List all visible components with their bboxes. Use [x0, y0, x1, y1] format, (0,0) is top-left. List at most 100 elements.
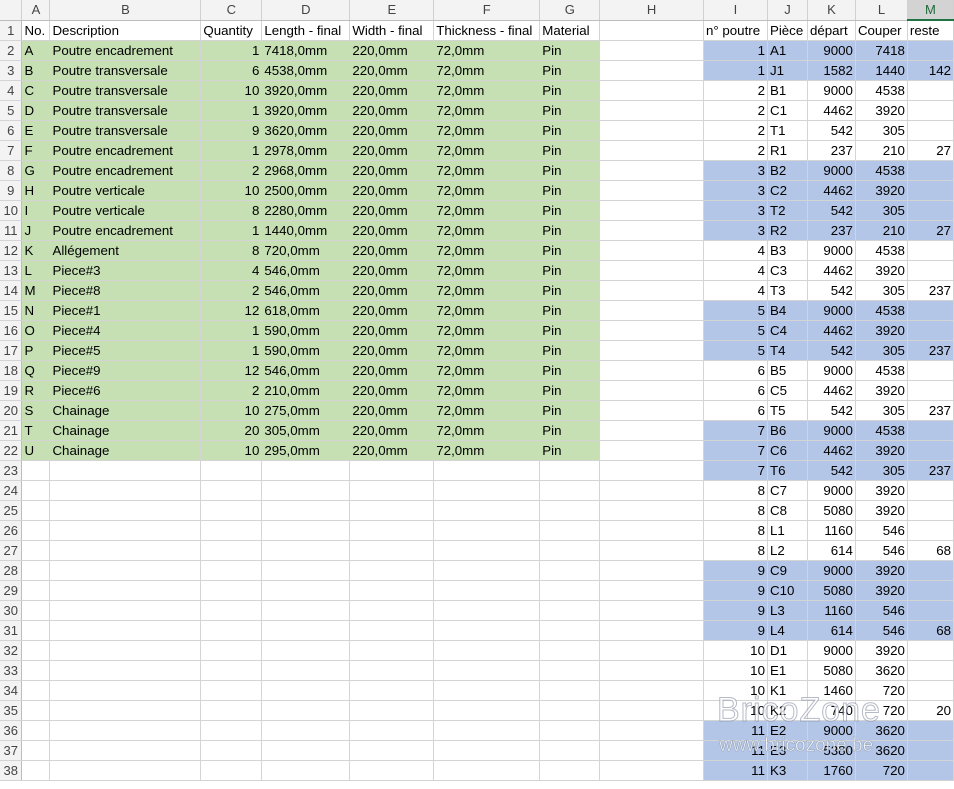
- cell-e[interactable]: 220,0mm: [349, 380, 435, 401]
- cell-m[interactable]: 142: [907, 60, 954, 81]
- cell-j[interactable]: C1: [767, 100, 808, 121]
- cell-e[interactable]: [349, 620, 435, 641]
- cell-h[interactable]: [599, 640, 704, 661]
- cell-l[interactable]: 3620: [855, 740, 908, 761]
- cell-c[interactable]: [200, 660, 263, 681]
- cell-h[interactable]: [599, 360, 704, 381]
- cell-m[interactable]: [907, 300, 954, 321]
- cell-b[interactable]: [49, 600, 202, 621]
- cell-i[interactable]: 5: [703, 300, 768, 321]
- cell-j[interactable]: L3: [767, 600, 808, 621]
- row-header[interactable]: 1: [0, 20, 23, 41]
- column-header-g[interactable]: G: [539, 0, 601, 21]
- cell-i[interactable]: 3: [703, 220, 768, 241]
- cell-c[interactable]: [200, 680, 263, 701]
- cell-d[interactable]: 2978,0mm: [261, 140, 351, 161]
- cell-m[interactable]: [907, 260, 954, 281]
- cell-d[interactable]: [261, 520, 351, 541]
- cell-i[interactable]: 11: [703, 720, 768, 741]
- cell-j[interactable]: T2: [767, 200, 808, 221]
- cell-e[interactable]: [349, 760, 435, 781]
- cell-k[interactable]: 9000: [807, 360, 856, 381]
- cell-m[interactable]: [907, 420, 954, 441]
- cell-h[interactable]: [599, 180, 704, 201]
- cell-g[interactable]: Pin: [539, 180, 601, 201]
- cell-j[interactable]: T6: [767, 460, 808, 481]
- row-header[interactable]: 20: [0, 400, 23, 421]
- cell-g[interactable]: Pin: [539, 440, 601, 461]
- cell-a[interactable]: L: [21, 260, 51, 281]
- row-header[interactable]: 23: [0, 460, 23, 481]
- cell-i[interactable]: 9: [703, 620, 768, 641]
- cell-b[interactable]: Piece#9: [49, 360, 202, 381]
- row-header[interactable]: 37: [0, 740, 23, 761]
- cell-h[interactable]: [599, 760, 704, 781]
- cell-e[interactable]: 220,0mm: [349, 80, 435, 101]
- cell-g[interactable]: [539, 540, 601, 561]
- cell-d[interactable]: 2280,0mm: [261, 200, 351, 221]
- cell-k[interactable]: 9000: [807, 640, 856, 661]
- cell-a[interactable]: [21, 480, 51, 501]
- cell-h[interactable]: [599, 620, 704, 641]
- cell-k[interactable]: 9000: [807, 40, 856, 61]
- cell-a[interactable]: G: [21, 160, 51, 181]
- cell-g[interactable]: Pin: [539, 320, 601, 341]
- cell-k[interactable]: 9000: [807, 80, 856, 101]
- cell-e[interactable]: [349, 680, 435, 701]
- cell-d[interactable]: 305,0mm: [261, 420, 351, 441]
- cell-j[interactable]: D1: [767, 640, 808, 661]
- cell-b[interactable]: [49, 760, 202, 781]
- cell-m[interactable]: [907, 580, 954, 601]
- cell-g[interactable]: [539, 460, 601, 481]
- cell-h[interactable]: [599, 420, 704, 441]
- cell-m[interactable]: [907, 660, 954, 681]
- cell-d[interactable]: 275,0mm: [261, 400, 351, 421]
- cell-m[interactable]: 68: [907, 540, 954, 561]
- cell-c[interactable]: [200, 700, 263, 721]
- cell-c[interactable]: [200, 560, 263, 581]
- cell-f[interactable]: [433, 760, 541, 781]
- cell-g[interactable]: [539, 660, 601, 681]
- cell-m[interactable]: 237: [907, 400, 954, 421]
- cell-k[interactable]: 4462: [807, 440, 856, 461]
- cell-k[interactable]: 542: [807, 340, 856, 361]
- row-header[interactable]: 13: [0, 260, 23, 281]
- cell-h[interactable]: [599, 260, 704, 281]
- cell-m[interactable]: [907, 80, 954, 101]
- cell-c[interactable]: [200, 740, 263, 761]
- cell-i[interactable]: 1: [703, 60, 768, 81]
- cell-c[interactable]: [200, 720, 263, 741]
- cell-e[interactable]: 220,0mm: [349, 100, 435, 121]
- select-all-corner[interactable]: [0, 0, 23, 21]
- cell-j[interactable]: Pièce: [767, 20, 808, 41]
- cell-c[interactable]: 6: [200, 60, 263, 81]
- cell-e[interactable]: [349, 560, 435, 581]
- cell-g[interactable]: [539, 600, 601, 621]
- cell-b[interactable]: Description: [49, 20, 202, 41]
- cell-g[interactable]: [539, 740, 601, 761]
- cell-k[interactable]: 1160: [807, 600, 856, 621]
- cell-e[interactable]: [349, 500, 435, 521]
- cell-g[interactable]: Pin: [539, 300, 601, 321]
- cell-k[interactable]: 5080: [807, 580, 856, 601]
- cell-a[interactable]: [21, 560, 51, 581]
- cell-e[interactable]: 220,0mm: [349, 160, 435, 181]
- cell-b[interactable]: Poutre encadrement: [49, 160, 202, 181]
- cell-g[interactable]: [539, 520, 601, 541]
- cell-j[interactable]: T1: [767, 120, 808, 141]
- cell-f[interactable]: 72,0mm: [433, 360, 541, 381]
- cell-d[interactable]: 618,0mm: [261, 300, 351, 321]
- cell-c[interactable]: [200, 520, 263, 541]
- cell-e[interactable]: [349, 720, 435, 741]
- cell-a[interactable]: [21, 640, 51, 661]
- cell-a[interactable]: A: [21, 40, 51, 61]
- cell-l[interactable]: 7418: [855, 40, 908, 61]
- cell-f[interactable]: 72,0mm: [433, 140, 541, 161]
- cell-m[interactable]: [907, 600, 954, 621]
- cell-i[interactable]: 3: [703, 180, 768, 201]
- cell-h[interactable]: [599, 340, 704, 361]
- row-header[interactable]: 21: [0, 420, 23, 441]
- cell-c[interactable]: [200, 460, 263, 481]
- cell-d[interactable]: [261, 540, 351, 561]
- cell-k[interactable]: 614: [807, 540, 856, 561]
